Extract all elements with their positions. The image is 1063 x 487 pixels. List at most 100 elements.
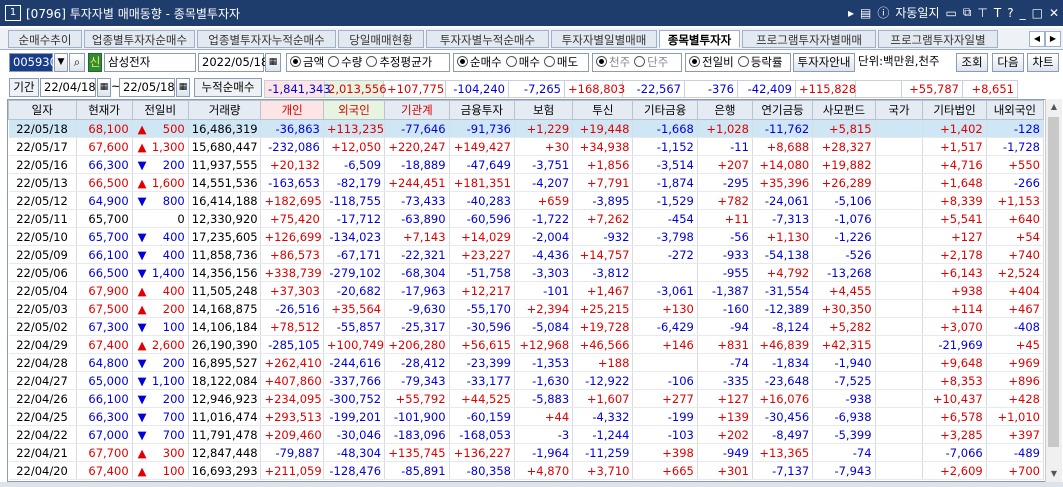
calendar-icon[interactable]: ▦ [265, 53, 281, 72]
table-cell: -134,023 [323, 227, 386, 246]
date-input[interactable]: 2022/05/18 [198, 53, 268, 72]
tab-0[interactable]: 순매수추이 [8, 30, 82, 48]
help-icon[interactable]: ? [1007, 6, 1013, 20]
column-header[interactable]: 사모펀드 [812, 100, 876, 120]
column-header[interactable]: 기타금융 [632, 100, 698, 120]
arrow-icon[interactable]: ▸ [848, 6, 854, 20]
compare-options-radio-1[interactable]: 등락률 [737, 55, 783, 69]
trade-options-radio-2[interactable]: 매도 [543, 55, 578, 69]
unit-options-radio-1[interactable]: 수량 [328, 55, 362, 69]
minimize-icon[interactable]: _ [1020, 6, 1026, 20]
table-cell: -20,682 [323, 281, 386, 300]
chart-button[interactable]: 차트 [1027, 53, 1059, 72]
tab-6[interactable]: 종목별투자자 [659, 30, 740, 48]
vertical-scrollbar[interactable]: ▲ ▼ [1045, 99, 1062, 482]
table-cell: +35,396 [752, 173, 814, 192]
arrow-down-icon [136, 410, 147, 424]
tab-scroll-left-icon[interactable]: ◀ [1029, 31, 1045, 47]
compare-options-radio-0[interactable]: 전일비 [689, 55, 734, 69]
auto-log-button[interactable]: 자동일지 [895, 4, 939, 21]
unit-options-radio-0[interactable]: 금액 [290, 55, 324, 69]
table-row[interactable]: 22/05/1767,600 1,30015,680,447-232,086+12… [8, 137, 1045, 156]
column-header[interactable]: 기관계 [384, 100, 450, 120]
table-cell: -3,798 [632, 227, 698, 246]
investor-grid[interactable]: 일자 현재가 전일비 거래량 개인 외국인 기관계 금융투자 보험 투신 기타금융 은행 연기금등 사모펀… [7, 99, 1046, 482]
dropdown-icon[interactable]: ▼ [54, 53, 68, 72]
table-row[interactable]: 22/05/0267,300 10014,106,184+78,512-55,85… [8, 317, 1045, 336]
column-header[interactable]: 연기금등 [751, 100, 814, 120]
column-header[interactable]: 내외국인 [985, 100, 1045, 120]
table-row[interactable]: 22/05/0966,100 40011,858,736+86,573-67,17… [8, 245, 1045, 264]
table-row[interactable]: 22/05/1666,300 20011,937,555+20,132-6,509… [8, 155, 1045, 174]
column-header[interactable]: 현재가 [75, 100, 133, 120]
column-header[interactable]: 은행 [696, 100, 753, 120]
tab-3[interactable]: 당일매매현황 [338, 30, 424, 48]
screen-icon[interactable]: ▭ [946, 6, 957, 20]
column-header[interactable]: 보험 [513, 100, 574, 120]
end-date-input[interactable]: 22/05/18 [119, 78, 175, 97]
unit-options2-radio-1[interactable]: 단주 [634, 55, 668, 69]
arrow-up-icon [136, 446, 147, 460]
scroll-down-icon[interactable]: ▼ [1046, 466, 1062, 482]
copy-icon[interactable]: ⧉ [963, 5, 972, 20]
close-icon[interactable]: ✕ [1049, 6, 1059, 20]
unit-options-radio-2[interactable]: 추정평균가 [366, 55, 432, 69]
table-cell: 22/05/02 [8, 317, 77, 336]
unit-options2-radio-0[interactable]: 천주 [596, 55, 630, 69]
table-row[interactable]: 22/04/2765,0001,10018,122,084+407,860-33… [8, 371, 1045, 390]
tab-5[interactable]: 투자자별일별매매 [551, 30, 657, 48]
table-row[interactable]: 22/05/0467,900 40011,505,248+37,303-20,68… [8, 281, 1045, 300]
next-button[interactable]: 다음 [992, 53, 1024, 72]
tab-scroll-right-icon[interactable]: ▶ [1045, 31, 1061, 47]
column-header[interactable]: 일자 [8, 100, 77, 120]
table-row[interactable]: 22/04/2666,100 20012,946,923+234,095-300,… [8, 389, 1045, 408]
column-header[interactable]: 투신 [572, 100, 634, 120]
info-icon[interactable]: ⓘ [877, 4, 889, 21]
table-cell: +1,607 [572, 389, 634, 408]
investor-guide-button[interactable]: 투자자안내 [793, 53, 855, 72]
start-calendar-icon[interactable]: ▦ [97, 78, 111, 97]
table-cell: +338,739 [260, 263, 324, 282]
column-header[interactable]: 국가 [874, 100, 924, 120]
tab-7[interactable]: 프로그램투자자별매매 [742, 30, 876, 48]
text-icon[interactable]: T [994, 6, 1001, 20]
trade-options-radio-1[interactable]: 매수 [505, 55, 540, 69]
search-icon[interactable]: ⌕ [69, 53, 85, 72]
column-header[interactable]: 기타법인 [922, 100, 987, 120]
table-row[interactable]: 22/05/11 65,700 0 12,330,920 +75,420 -17,712-… [8, 209, 1045, 228]
table-row[interactable]: 22/05/1868,100 50016,486,319-36,863+113,2… [8, 119, 1045, 138]
column-header[interactable]: 거래량 [187, 100, 262, 120]
table-row[interactable]: 22/04/2267,000 70011,791,478+209,460-30,0… [8, 425, 1045, 444]
table-row[interactable]: 22/04/2067,400 10016,693,293+211,059-128,… [8, 461, 1045, 480]
column-header[interactable]: 금융투자 [448, 100, 516, 120]
scroll-up-icon[interactable]: ▲ [1046, 99, 1062, 115]
column-header[interactable]: 외국인 [322, 100, 386, 120]
end-calendar-icon[interactable]: ▦ [176, 78, 190, 97]
start-date-input[interactable]: 22/04/18 [40, 78, 96, 97]
table-row[interactable]: 22/05/1264,900 80016,414,188+182,695-118,… [8, 191, 1045, 210]
tab-8[interactable]: 프로그램투자자일별 [878, 30, 998, 48]
table-cell: -8,497 [752, 425, 814, 444]
memo-icon[interactable]: ▤ [860, 6, 871, 20]
tab-4[interactable]: 투자자별누적순매수 [426, 30, 549, 48]
table-row[interactable]: 22/04/2967,400 2,60026,190,390-285,105+10… [8, 335, 1045, 354]
tab-1[interactable]: 업종별투자자순매수 [84, 30, 195, 48]
table-row[interactable]: 22/04/2566,300 70011,016,474+293,513-199,… [8, 407, 1045, 426]
table-row[interactable]: 22/05/1366,500 1,60014,551,536-163,653-82… [8, 173, 1045, 192]
scroll-thumb[interactable] [1048, 117, 1059, 447]
column-header[interactable]: 개인 [260, 100, 324, 120]
pin-icon[interactable]: ⊤ [977, 6, 987, 20]
table-row[interactable]: 22/05/0666,500 1,40014,356,156+338,739-27… [8, 263, 1045, 282]
stock-code-input[interactable]: 005930 [9, 53, 57, 72]
query-button[interactable]: 조회 [956, 53, 988, 72]
table-row[interactable]: 22/05/1065,700 40017,235,605+126,699-134,… [8, 227, 1045, 246]
tab-2[interactable]: 업종별투자자누적순매수 [197, 30, 336, 48]
maximize-icon[interactable]: □ [1032, 6, 1043, 20]
table-row[interactable]: 22/05/0367,500 20014,168,875-26,516+35,56… [8, 299, 1045, 318]
table-row[interactable]: 22/04/2864,800 20016,895,527+262,410-244,… [8, 353, 1045, 372]
table-row[interactable]: 22/04/2167,700 30012,847,448-79,887-48,30… [8, 443, 1045, 462]
table-cell: 16,414,188 [188, 191, 262, 210]
trade-options-radio-0[interactable]: 순매수 [457, 55, 502, 69]
column-header[interactable]: 전일비 [131, 100, 189, 120]
table-cell: 400 [132, 281, 189, 300]
